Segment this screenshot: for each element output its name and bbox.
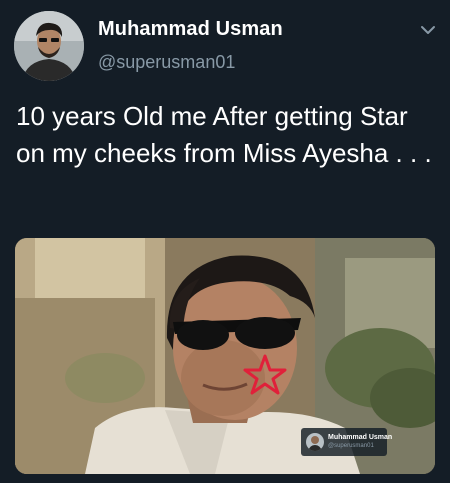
avatar-image <box>14 11 84 81</box>
tweet-text: 10 years Old me After getting Star on my… <box>16 101 432 168</box>
author-handle[interactable]: @superusman01 <box>98 52 235 73</box>
avatar[interactable] <box>14 11 84 81</box>
watermark-avatar <box>306 433 324 451</box>
chevron-down-icon[interactable] <box>420 24 436 36</box>
author-name[interactable]: Muhammad Usman <box>98 18 283 41</box>
media-watermark: Muhammad Usman @superusman01 <box>301 428 392 456</box>
tweet-media[interactable]: Muhammad Usman @superusman01 <box>15 238 435 474</box>
watermark-name: Muhammad Usman <box>328 434 393 441</box>
watermark-handle: @superusman01 <box>328 443 374 449</box>
tweet-card: Muhammad Usman @superusman01 10 years Ol… <box>0 0 450 483</box>
